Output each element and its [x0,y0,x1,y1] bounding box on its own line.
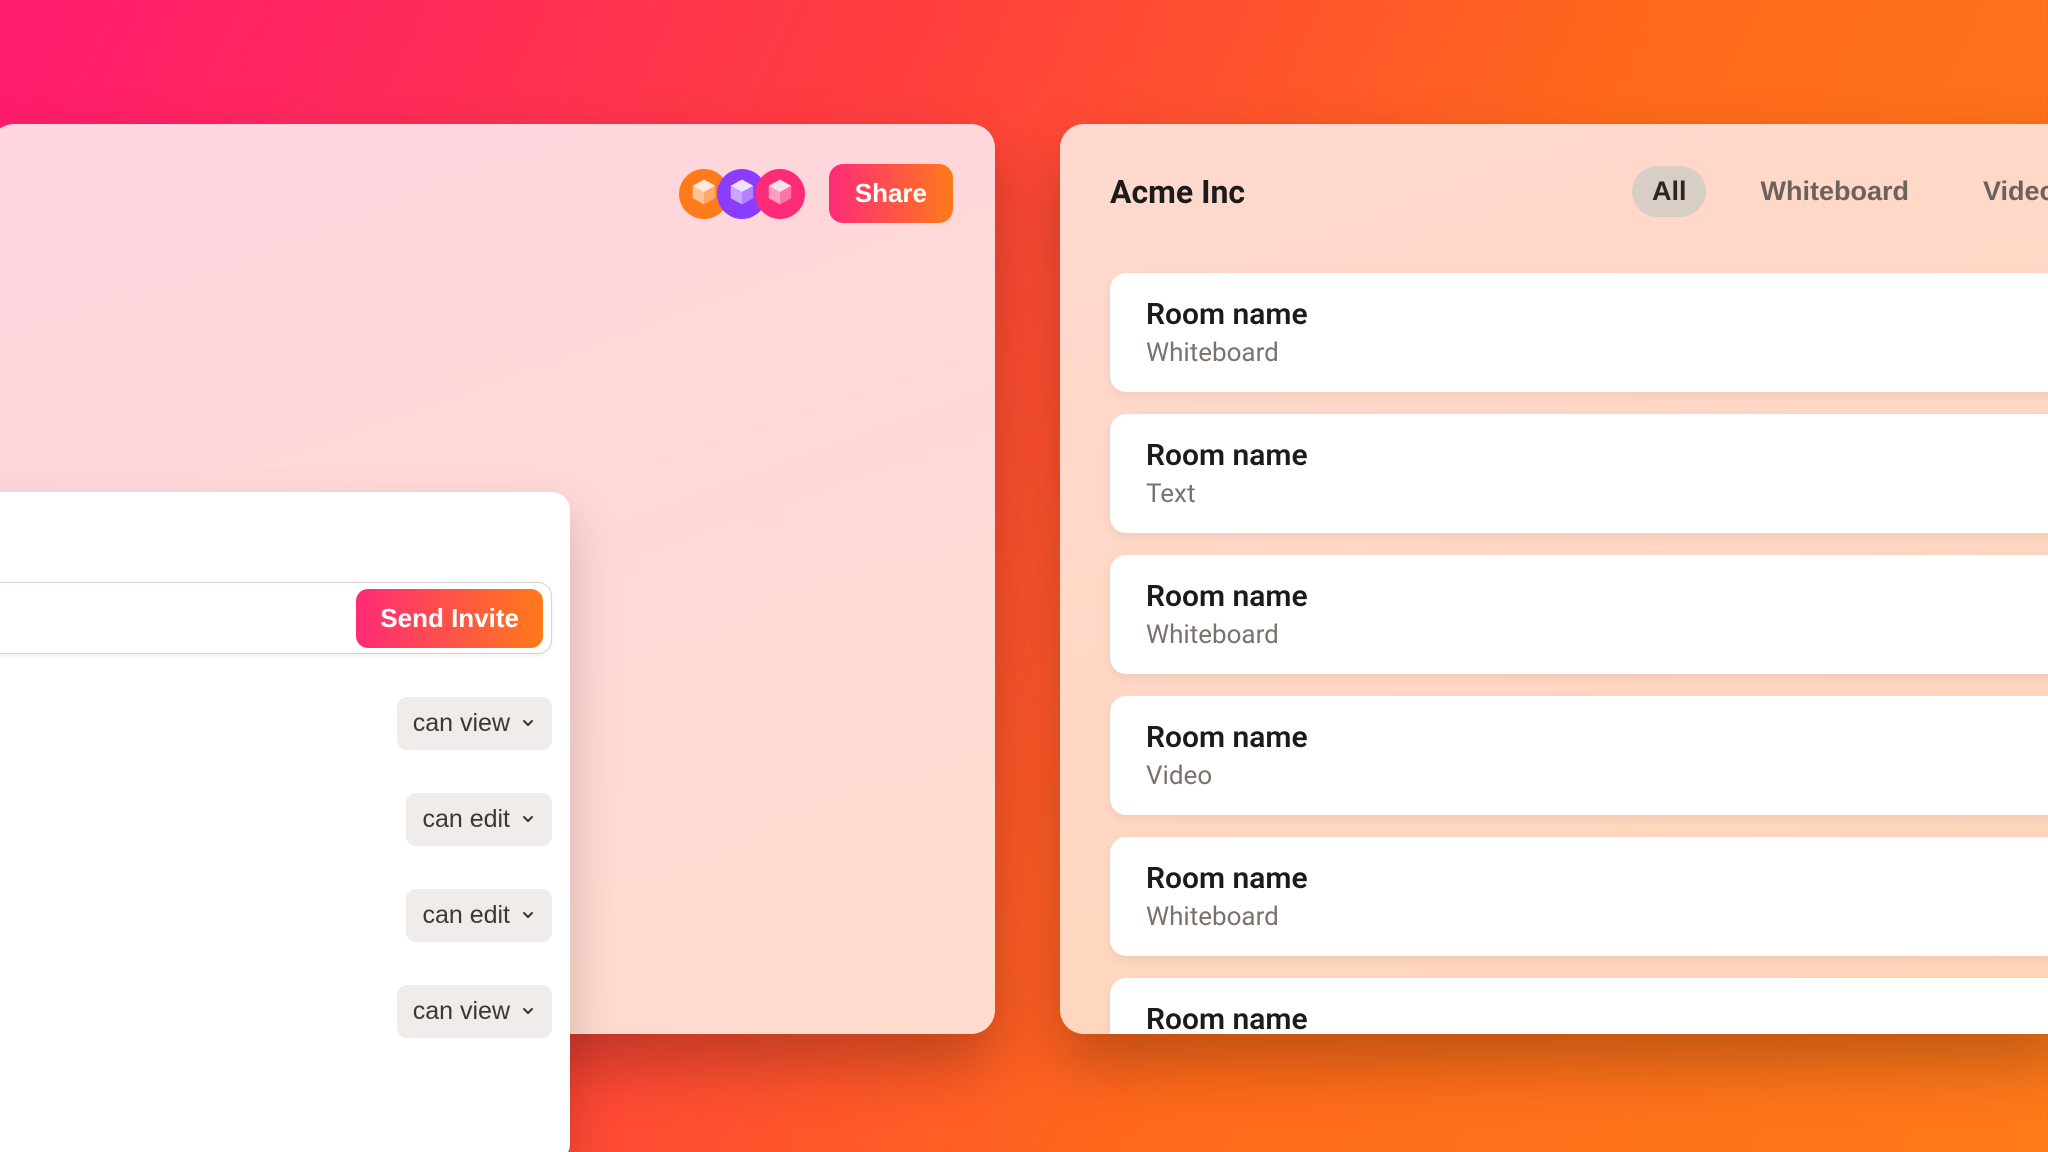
filter-tab[interactable]: All [1632,166,1707,217]
room-name: Room name [1146,720,2034,755]
room-type: Video [1146,761,2034,791]
room-card[interactable]: Room name Video [1110,696,2048,815]
filter-tabs: All Whiteboard Video [1632,166,2048,217]
send-invite-button[interactable]: Send Invite [356,589,543,648]
org-title: Acme Inc [1110,173,1592,211]
permission-select[interactable]: can view [397,697,552,750]
room-name: Room name [1146,579,2034,614]
avatar-stack [679,169,805,219]
room-type: Whiteboard [1146,902,2034,932]
people-list: Driessen @acme.inc can view oucherot acm… [0,690,552,1044]
permission-label: can view [413,709,510,738]
permission-select[interactable]: can edit [406,793,552,846]
room-type: Whiteboard [1146,620,2034,650]
room-card[interactable]: Room name Whiteboard [1110,837,2048,956]
room-type: Text [1146,479,2034,509]
room-type: Whiteboard [1146,338,2034,368]
person-row: oucherot acme.inc can edit [0,786,552,852]
chevron-down-icon [520,715,536,731]
room-card[interactable]: Room name Whiteboard [1110,273,2048,392]
rooms-list: Room name Whiteboard Room name Text Room… [1110,273,2048,1034]
room-name: Room name [1146,297,2034,332]
permission-label: can view [413,997,510,1026]
person-row: antharam cme.inc can view [0,978,552,1044]
permission-label: can edit [422,901,510,930]
person-row: enriquez acme.inc can edit [0,882,552,948]
chevron-down-icon [520,811,536,827]
permission-select[interactable]: can view [397,985,552,1038]
room-card[interactable]: Room name Text [1110,978,2048,1034]
room-card[interactable]: Room name Text [1110,414,2048,533]
room-name: Room name [1146,861,2034,896]
filter-tab[interactable]: Video [1963,166,2048,217]
filter-tab[interactable]: Whiteboard [1740,166,1929,217]
chevron-down-icon [520,1003,536,1019]
share-panel-container: Share nc Send Invite Driessen @acme.inc … [0,124,995,1034]
room-name: Room name [1146,1002,2034,1034]
avatar[interactable] [755,169,805,219]
permission-select[interactable]: can edit [406,889,552,942]
person-row: Driessen @acme.inc can view [0,690,552,756]
cube-icon [765,177,795,211]
cube-icon [689,177,719,211]
cube-icon [727,177,757,211]
room-card[interactable]: Room name Whiteboard [1110,555,2048,674]
share-button[interactable]: Share [829,164,953,223]
top-right-controls: Share [679,164,953,223]
share-dialog: nc Send Invite Driessen @acme.inc can vi… [0,492,570,1152]
rooms-header: Acme Inc All Whiteboard Video [1110,166,2048,217]
invite-row: nc Send Invite [0,582,552,654]
room-name: Room name [1146,438,2034,473]
chevron-down-icon [520,907,536,923]
rooms-panel: Acme Inc All Whiteboard Video Room name Wh… [1060,124,2048,1034]
permission-label: can edit [422,805,510,834]
